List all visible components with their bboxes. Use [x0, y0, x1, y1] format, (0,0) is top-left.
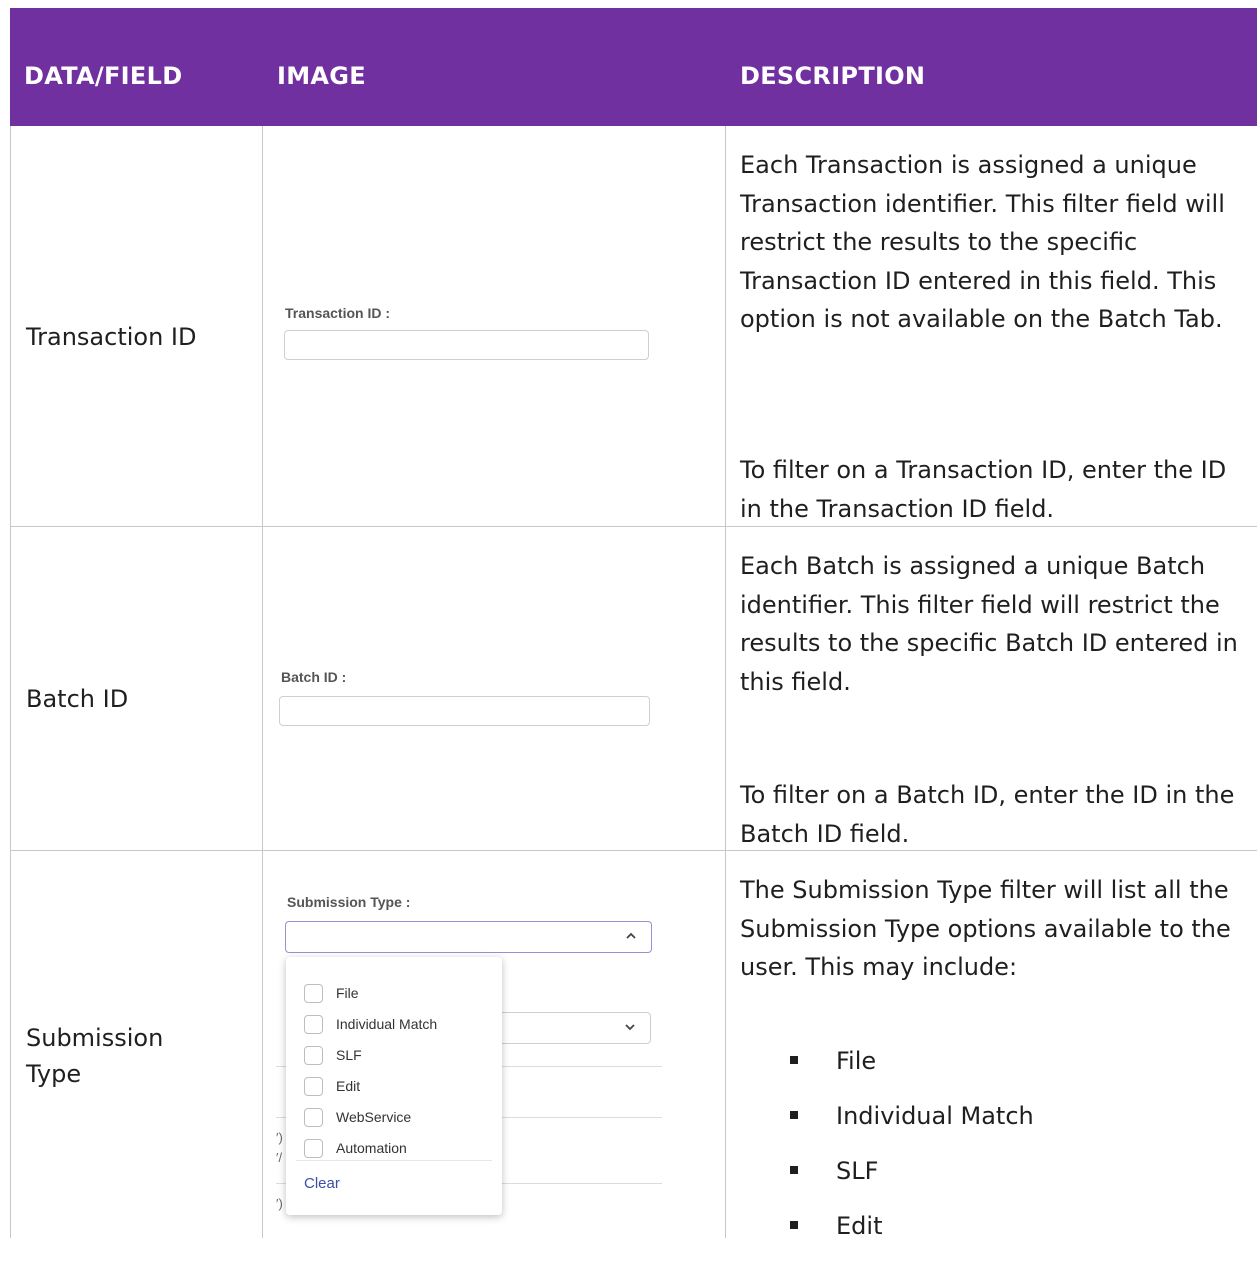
bullet-square-icon [790, 1056, 798, 1064]
field-transaction-id: Transaction ID [26, 323, 197, 351]
header-image: IMAGE [277, 62, 366, 90]
checkbox[interactable] [304, 1046, 323, 1065]
field-submission-type: Submission Type [26, 1020, 163, 1092]
checkbox[interactable] [304, 1077, 323, 1096]
option-label: SLF [336, 1047, 362, 1063]
clear-link[interactable]: Clear [304, 1175, 340, 1192]
transaction-id-description: Each Transaction is assigned a unique Tr… [740, 151, 1225, 333]
bullet-text: Edit [836, 1212, 883, 1240]
bullet-square-icon [790, 1166, 798, 1174]
transaction-id-instruction: To filter on a Transaction ID, enter the… [740, 456, 1227, 523]
checkbox[interactable] [304, 1015, 323, 1034]
dropdown-divider [296, 1160, 492, 1161]
document-page: DATA/FIELD IMAGE DESCRIPTION Transaction… [0, 0, 1257, 1240]
bullet-item: SLF [790, 1153, 1034, 1208]
submission-type-dropdown: File Individual Match SLF Edit WebServic… [286, 957, 502, 1215]
option-label: Edit [336, 1078, 361, 1094]
batch-id-label: Batch ID : [281, 669, 347, 685]
grid-line-left [10, 126, 11, 1238]
option-label: Automation [336, 1140, 407, 1156]
bullet-square-icon [790, 1221, 798, 1229]
option-label: File [336, 985, 359, 1001]
batch-id-instruction: To filter on a Batch ID, enter the ID in… [740, 781, 1235, 848]
checkbox[interactable] [304, 984, 323, 1003]
submission-type-description: The Submission Type filter will list all… [740, 876, 1231, 981]
bullet-item: File [790, 1043, 1034, 1098]
field-submission-type-line1: Submission [26, 1024, 164, 1052]
chevron-down-icon [625, 1024, 635, 1031]
table-header [10, 8, 1257, 126]
bullet-text: Individual Match [836, 1102, 1034, 1130]
submission-type-select[interactable] [285, 921, 652, 953]
bullet-text: File [836, 1047, 877, 1075]
background-fragment: ′) [276, 1130, 283, 1145]
background-fragment: ′) [276, 1196, 283, 1211]
header-data-field: DATA/FIELD [24, 62, 183, 90]
submission-type-label: Submission Type : [287, 894, 411, 910]
checkbox[interactable] [304, 1139, 323, 1158]
chevron-up-icon [626, 932, 636, 939]
bullet-item: Individual Match [790, 1098, 1034, 1153]
checkbox[interactable] [304, 1108, 323, 1127]
field-submission-type-line2: Type [26, 1060, 82, 1088]
background-select[interactable] [480, 1012, 651, 1044]
batch-id-description: Each Batch is assigned a unique Batch id… [740, 552, 1238, 696]
bullet-item: Edit [790, 1208, 1034, 1263]
submission-type-bullet-list: File Individual Match SLF Edit [790, 1043, 1034, 1263]
option-label: WebService [336, 1109, 412, 1125]
bullet-square-icon [790, 1111, 798, 1119]
batch-id-input[interactable] [279, 696, 650, 726]
field-batch-id: Batch ID [26, 685, 129, 713]
transaction-id-input[interactable] [284, 330, 649, 360]
bullet-text: SLF [836, 1157, 879, 1185]
transaction-id-label: Transaction ID : [285, 305, 391, 321]
header-description: DESCRIPTION [740, 62, 926, 90]
background-fragment: ′/ [276, 1150, 283, 1165]
grid-line-col1 [262, 126, 263, 1238]
grid-line-col2 [725, 126, 726, 1238]
option-label: Individual Match [336, 1016, 438, 1032]
